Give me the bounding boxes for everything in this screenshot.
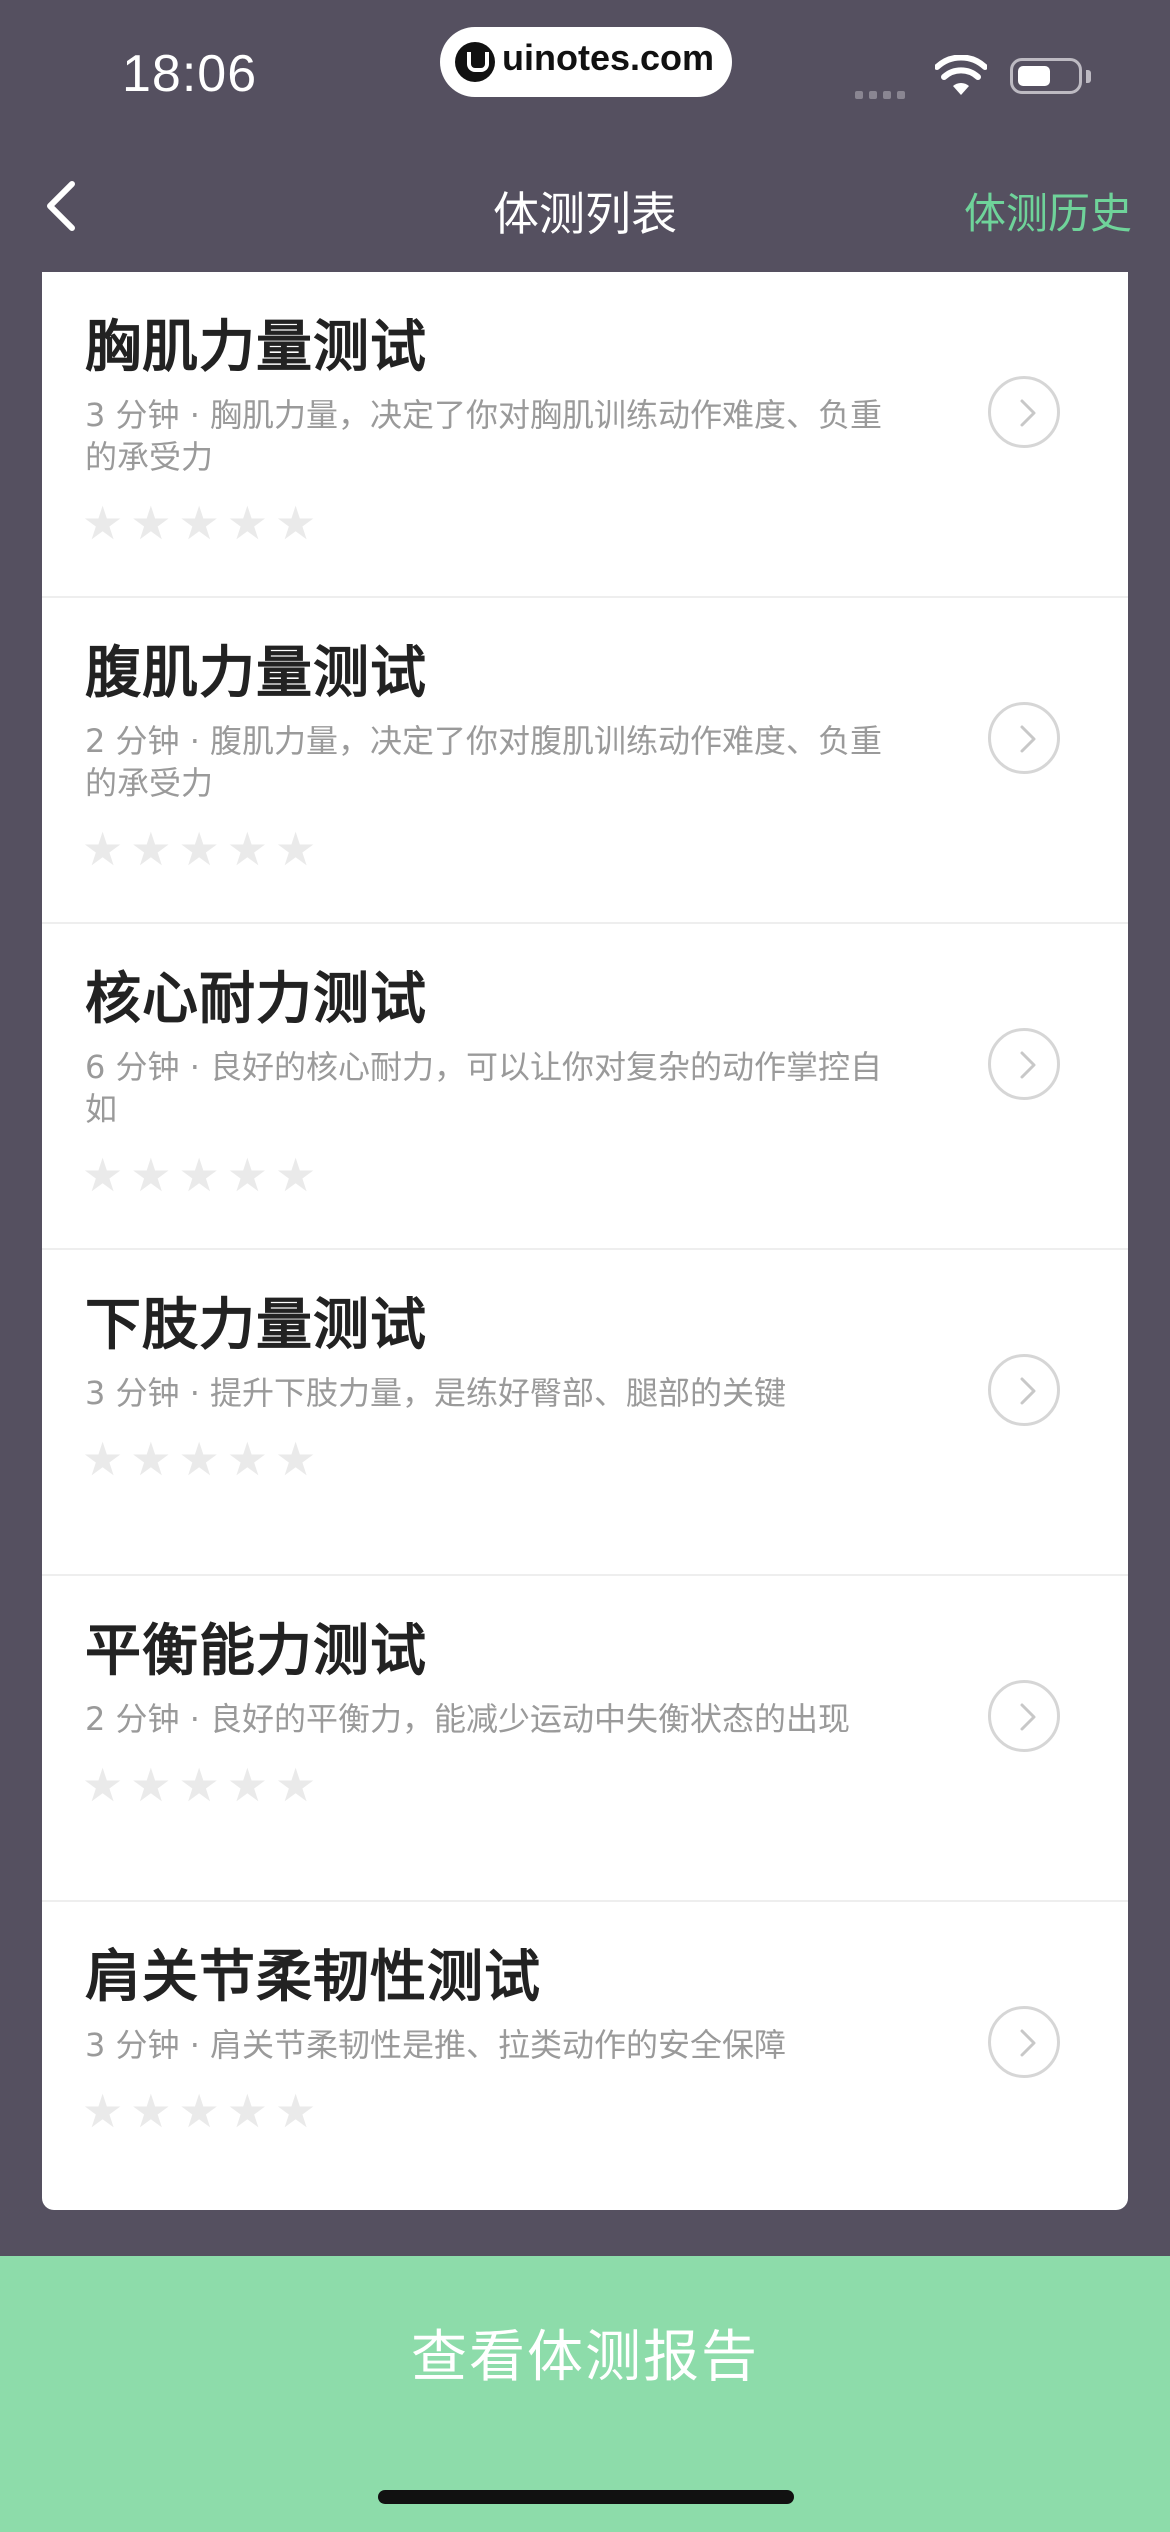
star-icon: ★ (226, 1758, 268, 1812)
star-icon: ★ (82, 2084, 124, 2138)
nav-bar: 体测列表 体测历史 (0, 150, 1170, 260)
view-report-label: 查看体测报告 (411, 2325, 759, 2390)
star-icon: ★ (130, 2084, 172, 2138)
test-description: 3 分钟 · 提升下肢力量，是练好臀部、腿部的关键 (85, 1374, 787, 1412)
status-bar: 18:06 uinotes.com (0, 0, 1170, 130)
star-icon: ★ (82, 496, 124, 550)
test-title: 胸肌力量测试 (85, 315, 427, 380)
star-icon: ★ (130, 496, 172, 550)
star-icon: ★ (178, 822, 220, 876)
test-description: 2 分钟 · 腹肌力量，决定了你对腹肌训练动作难度、负重的承受力 (85, 722, 883, 802)
test-title: 下肢力量测试 (85, 1293, 427, 1358)
star-icon: ★ (226, 496, 268, 550)
star-icon: ★ (130, 822, 172, 876)
test-item[interactable]: 腹肌力量测试 2 分钟 · 腹肌力量，决定了你对腹肌训练动作难度、负重的承受力 … (42, 598, 1128, 924)
battery-icon (1010, 58, 1082, 94)
test-item[interactable]: 下肢力量测试 3 分钟 · 提升下肢力量，是练好臀部、腿部的关键 ★ ★ ★ ★ ★ (42, 1250, 1128, 1576)
test-title: 肩关节柔韧性测试 (85, 1945, 541, 2010)
test-item[interactable]: 胸肌力量测试 3 分钟 · 胸肌力量，决定了你对胸肌训练动作难度、负重的承受力 … (42, 272, 1128, 598)
star-rating: ★ ★ ★ ★ ★ (82, 2088, 323, 2134)
star-icon: ★ (82, 1758, 124, 1812)
star-rating: ★ ★ ★ ★ ★ (82, 500, 323, 546)
star-rating: ★ ★ ★ ★ ★ (82, 826, 323, 872)
site-badge: uinotes.com (440, 27, 732, 97)
site-badge-text: uinotes.com (502, 37, 715, 78)
star-rating: ★ ★ ★ ★ ★ (82, 1152, 323, 1198)
history-link[interactable]: 体测历史 (964, 180, 1132, 241)
test-description: 6 分钟 · 良好的核心耐力，可以让你对复杂的动作掌控自如 (85, 1048, 883, 1128)
star-icon: ★ (178, 2084, 220, 2138)
star-icon: ★ (82, 822, 124, 876)
star-icon: ★ (130, 1148, 172, 1202)
chevron-right-icon[interactable] (988, 1354, 1060, 1426)
test-list: 胸肌力量测试 3 分钟 · 胸肌力量，决定了你对胸肌训练动作难度、负重的承受力 … (42, 272, 1128, 2210)
star-icon: ★ (275, 822, 317, 876)
test-description: 3 分钟 · 肩关节柔韧性是推、拉类动作的安全保障 (85, 2026, 787, 2064)
star-icon: ★ (82, 1432, 124, 1486)
star-icon: ★ (178, 1758, 220, 1812)
chevron-right-icon[interactable] (988, 2006, 1060, 2078)
cellular-signal-icon (855, 84, 911, 103)
star-icon: ★ (130, 1432, 172, 1486)
star-icon: ★ (275, 1758, 317, 1812)
chevron-right-icon[interactable] (988, 1680, 1060, 1752)
star-icon: ★ (226, 1432, 268, 1486)
star-icon: ★ (178, 496, 220, 550)
test-item[interactable]: 肩关节柔韧性测试 3 分钟 · 肩关节柔韧性是推、拉类动作的安全保障 ★ ★ ★ ★ ★ (42, 1902, 1128, 2210)
test-title: 平衡能力测试 (85, 1619, 427, 1684)
test-title: 核心耐力测试 (85, 967, 427, 1032)
test-description: 3 分钟 · 胸肌力量，决定了你对胸肌训练动作难度、负重的承受力 (85, 396, 883, 476)
star-icon: ★ (226, 2084, 268, 2138)
star-icon: ★ (130, 1758, 172, 1812)
test-item[interactable]: 平衡能力测试 2 分钟 · 良好的平衡力，能减少运动中失衡状态的出现 ★ ★ ★ ★ ★ (42, 1576, 1128, 1902)
star-icon: ★ (275, 496, 317, 550)
star-icon: ★ (178, 1432, 220, 1486)
star-rating: ★ ★ ★ ★ ★ (82, 1436, 323, 1482)
test-item[interactable]: 核心耐力测试 6 分钟 · 良好的核心耐力，可以让你对复杂的动作掌控自如 ★ ★ ★… (42, 924, 1128, 1250)
star-icon: ★ (226, 1148, 268, 1202)
star-icon: ★ (275, 1432, 317, 1486)
site-logo-icon (455, 42, 495, 82)
star-icon: ★ (275, 2084, 317, 2138)
status-time: 18:06 (122, 45, 258, 103)
test-description: 2 分钟 · 良好的平衡力，能减少运动中失衡状态的出现 (85, 1700, 851, 1738)
star-icon: ★ (178, 1148, 220, 1202)
star-icon: ★ (275, 1148, 317, 1202)
test-title: 腹肌力量测试 (85, 641, 427, 706)
wifi-icon (935, 55, 987, 95)
chevron-right-icon[interactable] (988, 1028, 1060, 1100)
star-icon: ★ (226, 822, 268, 876)
chevron-right-icon[interactable] (988, 702, 1060, 774)
star-rating: ★ ★ ★ ★ ★ (82, 1762, 323, 1808)
home-indicator (378, 2490, 794, 2504)
chevron-right-icon[interactable] (988, 376, 1060, 448)
star-icon: ★ (82, 1148, 124, 1202)
